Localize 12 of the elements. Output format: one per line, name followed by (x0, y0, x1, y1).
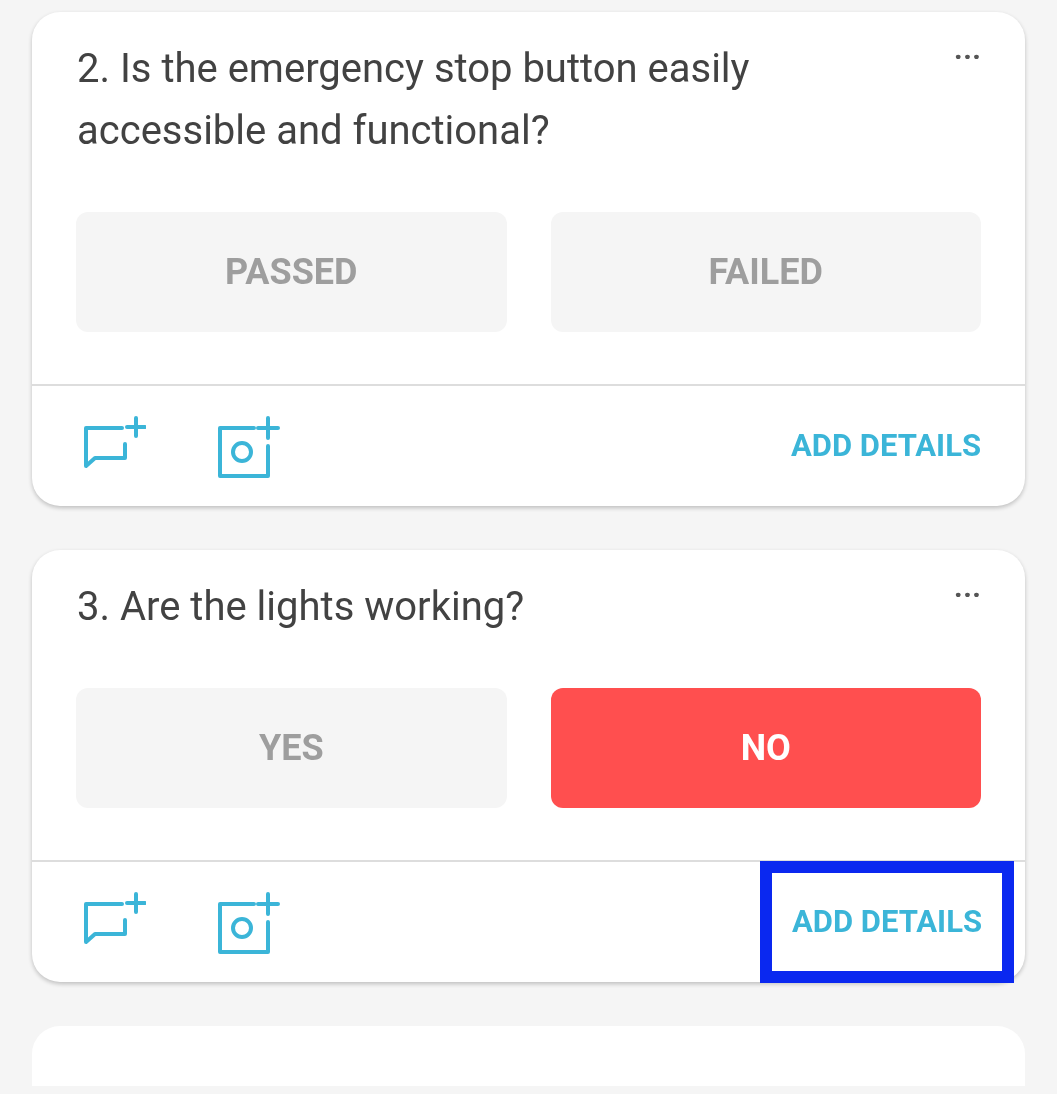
add-details-button[interactable]: ADD DETAILS (790, 385, 981, 507)
add-photo-icon[interactable] (216, 414, 280, 478)
add-details-button[interactable]: ADD DETAILS (759, 861, 1014, 983)
answer-option[interactable]: FAILED (550, 212, 981, 332)
answer-option[interactable]: YES (76, 688, 507, 808)
answer-option[interactable]: NO (550, 688, 981, 808)
answer-option[interactable]: PASSED (76, 212, 507, 332)
more-menu-button[interactable]: ··· (953, 42, 981, 72)
more-menu-button[interactable]: ··· (953, 580, 981, 610)
question-text: 2. Is the emergency stop button easily accessible and functional? (77, 44, 751, 156)
question-text: 3. Are the lights working? (77, 582, 526, 632)
add-photo-icon[interactable] (216, 890, 280, 954)
